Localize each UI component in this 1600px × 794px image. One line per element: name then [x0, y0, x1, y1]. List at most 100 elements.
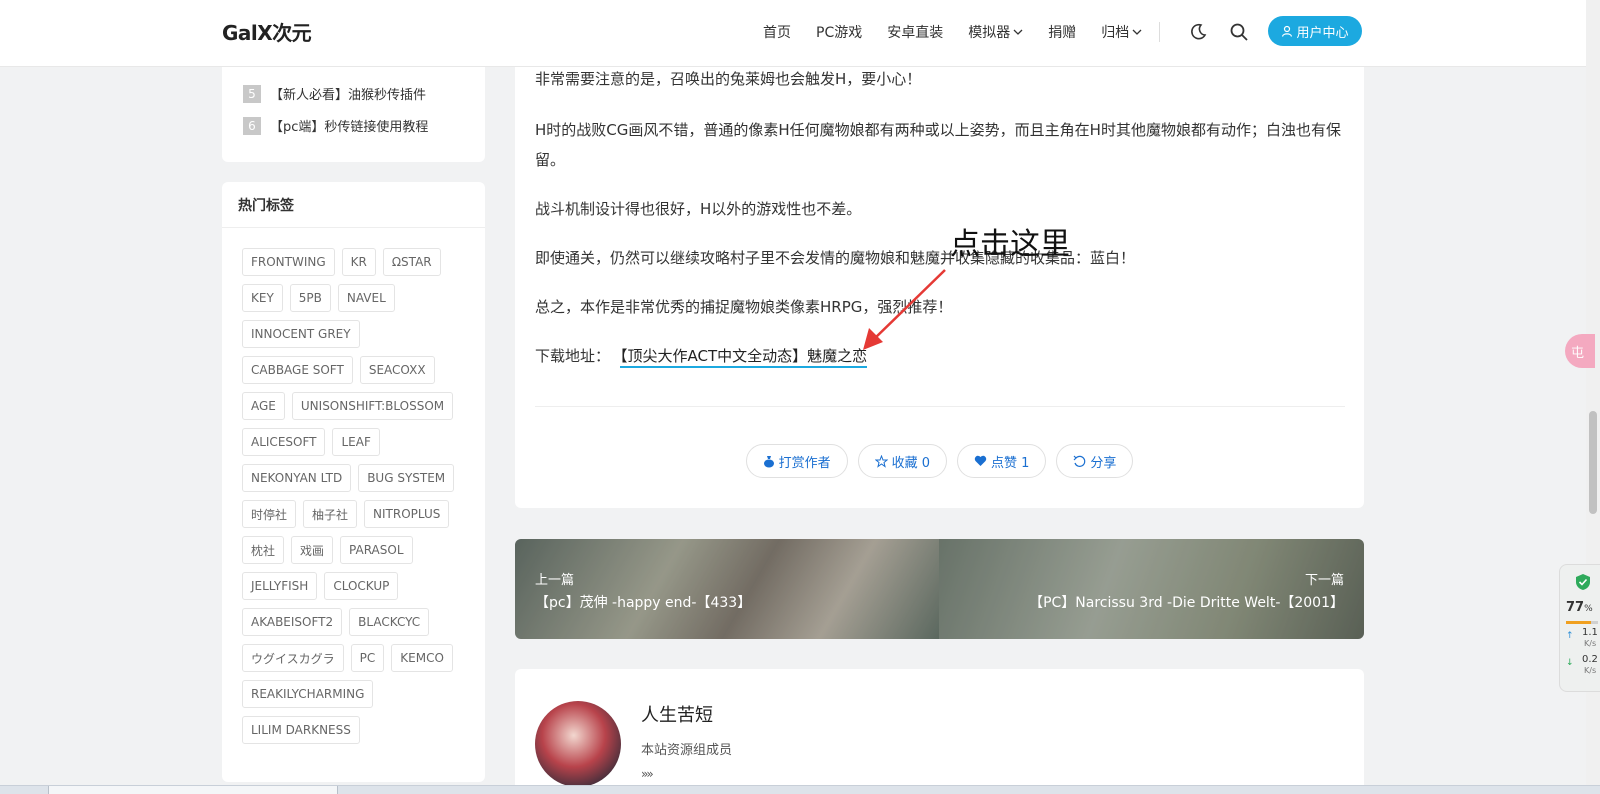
tag-chip[interactable]: CABBAGE SOFT	[242, 356, 353, 384]
article-paragraph: H时的战败CG画风不错，普通的像素H任何魔物娘都有两种或以上姿势，而且主角在H时…	[535, 121, 1341, 169]
tag-chip[interactable]: NITROPLUS	[364, 500, 450, 528]
next-label: 下一篇	[1304, 573, 1344, 588]
user-center-button[interactable]: 用户中心	[1268, 16, 1362, 46]
floating-chat-button[interactable]: 屯	[1565, 334, 1595, 368]
tag-chip[interactable]: PC	[350, 644, 385, 672]
hot-tags-card: 热门标签 FRONTWING KR ΩSTAR KEY 5PB NAVEL INNOCENT…	[222, 182, 485, 782]
ranking-label: 【新人必看】油猴秒传插件	[270, 88, 427, 103]
tag-list: FRONTWING KR ΩSTAR KEY 5PB NAVEL INNOCENT GREY…	[242, 248, 472, 744]
tag-chip[interactable]: AKABEISOFT2	[242, 608, 343, 636]
divider	[535, 406, 1345, 407]
favorite-button[interactable]: 收藏 0	[857, 444, 947, 478]
net-usage-fill	[1566, 621, 1591, 624]
tag-chip[interactable]: 戏画	[291, 536, 334, 564]
user-icon	[1282, 25, 1293, 37]
action-label: 分享	[1090, 455, 1117, 471]
avatar[interactable]	[535, 701, 621, 787]
chevron-down-icon	[1013, 29, 1023, 35]
author-more-link[interactable]: »»	[641, 767, 654, 781]
tag-chip[interactable]: CLOCKUP	[324, 572, 399, 600]
nav-home[interactable]: 首页	[763, 22, 791, 42]
tag-chip[interactable]: SEACOXX	[359, 356, 435, 384]
author-card: 人生苦短 本站资源组成员 »»	[515, 669, 1364, 794]
tag-chip[interactable]: LEAF	[332, 428, 380, 456]
article-paragraph: 战斗机制设计得也很好，H以外的游戏性也不差。	[535, 200, 862, 218]
net-usage-bar	[1566, 621, 1598, 624]
user-center-label: 用户中心	[1296, 25, 1349, 41]
annotation-arrow-icon	[863, 269, 946, 350]
prev-title: 【pc】茂伸 -happy end-【433】	[535, 595, 752, 611]
tag-chip[interactable]: 柚子社	[303, 500, 358, 528]
tag-chip[interactable]: NEKONYAN LTD	[242, 464, 352, 492]
share-button[interactable]: 分享	[1056, 444, 1134, 478]
download-arrow-icon: ↓	[1566, 658, 1574, 668]
like-button[interactable]: 点赞 1	[957, 444, 1047, 478]
os-taskbar	[0, 785, 1600, 794]
download-link[interactable]: 【顶尖大作ACT中文全动态】魅魔之恋	[620, 347, 868, 368]
nav-archive[interactable]: 归档	[1101, 22, 1142, 42]
action-label: 打赏作者	[778, 455, 831, 471]
tag-chip[interactable]: 枕社	[242, 536, 285, 564]
tag-chip[interactable]: JELLYFISH	[242, 572, 318, 600]
net-percent-unit: %	[1584, 604, 1593, 614]
tag-chip[interactable]: FRONTWING	[242, 248, 335, 276]
search-icon[interactable]	[1229, 22, 1249, 42]
money-bag-icon	[763, 455, 774, 467]
nav-pc-games[interactable]: PC游戏	[816, 22, 862, 42]
star-icon	[874, 454, 888, 468]
tag-chip[interactable]: INNOCENT GREY	[242, 320, 360, 348]
tag-chip[interactable]: 5PB	[289, 284, 331, 312]
next-post-card[interactable]: 下一篇 【PC】Narcissu 3rd -Die Dritte Welt-【2…	[939, 539, 1364, 639]
tag-chip[interactable]: PARASOL	[340, 536, 413, 564]
next-title: 【PC】Narcissu 3rd -Die Dritte Welt-【2001】	[1029, 595, 1344, 611]
upload-arrow-icon: ↑	[1566, 631, 1574, 641]
chevron-down-icon	[1132, 29, 1142, 35]
tag-chip[interactable]: BLACKCYC	[349, 608, 430, 636]
rank-number: 6	[243, 116, 261, 135]
action-label: 收藏 0	[891, 455, 930, 471]
ranking-item[interactable]: 6 【pc端】秒传链接使用教程	[243, 116, 428, 135]
tag-chip[interactable]: UNISONSHIFT:BLOSSOM	[291, 392, 454, 420]
main-nav: 首页 PC游戏 安卓直装 模拟器 捐赠 归档	[763, 0, 1167, 64]
share-icon	[1073, 455, 1086, 467]
nav-label: 模拟器	[968, 25, 1011, 41]
tag-chip[interactable]: AGE	[242, 392, 285, 420]
tag-chip[interactable]: KEMCO	[391, 644, 453, 672]
net-percent: 77%	[1566, 600, 1593, 615]
annotation-text: 点击这里	[950, 227, 1070, 262]
prev-label: 上一篇	[535, 573, 575, 588]
scrollbar-thumb[interactable]	[1589, 411, 1597, 514]
nav-android[interactable]: 安卓直装	[887, 22, 943, 42]
tag-chip[interactable]: KR	[341, 248, 376, 276]
tag-chip[interactable]: KEY	[242, 284, 283, 312]
ranking-item[interactable]: 5 【新人必看】油猴秒传插件	[243, 84, 426, 103]
moon-icon[interactable]	[1188, 22, 1208, 42]
network-monitor-widget[interactable]: 77% ↑ 1.1 K/s ↓ 0.2 K/s	[1559, 564, 1600, 692]
tag-chip[interactable]: REAKILYCHARMING	[242, 680, 374, 708]
cover-image	[515, 539, 939, 639]
site-logo[interactable]: GalX次元	[222, 17, 312, 46]
shield-check-icon	[1576, 574, 1590, 590]
taskbar-window-button[interactable]	[48, 786, 338, 794]
prev-post-card[interactable]: 上一篇 【pc】茂伸 -happy end-【433】	[515, 539, 939, 639]
nav-label: 安卓直装	[887, 25, 944, 41]
tag-chip[interactable]: BUG SYSTEM	[358, 464, 455, 492]
tag-chip[interactable]: 时停社	[242, 500, 297, 528]
article-paragraph: 非常需要注意的是，召唤出的兔莱姆也会触发H，要小心！	[535, 70, 922, 88]
nav-emulator[interactable]: 模拟器	[968, 22, 1023, 42]
author-name[interactable]: 人生苦短	[641, 701, 713, 727]
tip-author-button[interactable]: 打赏作者	[745, 444, 848, 478]
tag-chip[interactable]: ALICESOFT	[242, 428, 326, 456]
nav-donate[interactable]: 捐赠	[1048, 22, 1076, 42]
download-speed: 0.2	[1582, 654, 1598, 665]
nav-label: PC游戏	[816, 25, 863, 41]
nav-label: 首页	[763, 25, 791, 41]
tag-chip[interactable]: ΩSTAR	[382, 248, 441, 276]
tag-chip[interactable]: LILIM DARKNESS	[242, 716, 360, 744]
net-percent-value: 77	[1566, 600, 1585, 615]
tag-chip[interactable]: NAVEL	[337, 284, 395, 312]
nav-label: 归档	[1101, 25, 1130, 41]
nav-label: 捐赠	[1048, 25, 1077, 41]
tag-chip[interactable]: ウグイスカグラ	[242, 644, 344, 672]
cover-image	[939, 539, 1364, 639]
